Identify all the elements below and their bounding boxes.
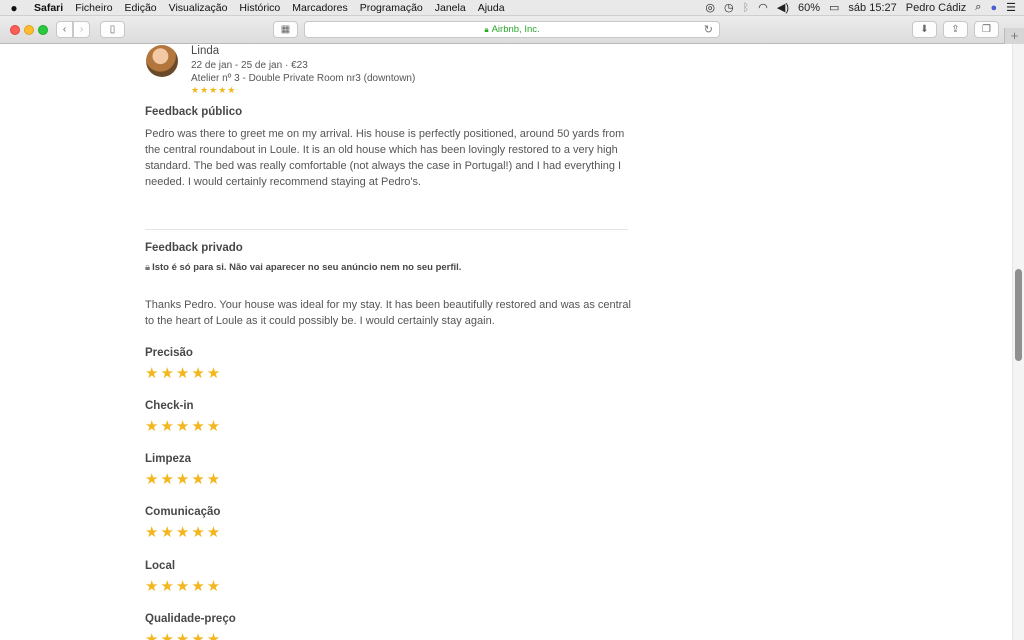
spotlight-icon[interactable]: ⌕ <box>975 1 981 14</box>
reload-icon[interactable]: ↻ <box>704 23 713 36</box>
menu-bar: ● Safari Ficheiro Edição Visualização Hi… <box>0 0 1024 16</box>
divider <box>145 229 628 230</box>
battery-percent[interactable]: 60% <box>798 2 820 14</box>
menu-ficheiro[interactable]: Ficheiro <box>69 2 118 14</box>
avatar[interactable] <box>146 45 178 77</box>
reservation-dates: 22 de jan - 25 de jan · €23 <box>191 60 308 71</box>
rating-label-limpeza: Limpeza <box>145 453 192 465</box>
rating-stars-qualidade-preco: ★★★★★ <box>145 631 223 640</box>
public-feedback-title: Feedback público <box>145 106 243 118</box>
menu-marcadores[interactable]: Marcadores <box>286 2 353 14</box>
back-icon[interactable]: ‹ <box>56 21 73 38</box>
scrollbar-thumb[interactable] <box>1015 269 1022 361</box>
private-feedback-text: Thanks Pedro. Your house was ideal for m… <box>145 299 631 327</box>
apple-icon[interactable]: ● <box>0 1 28 15</box>
lock-icon: 🔒︎ <box>484 24 489 34</box>
rating-stars-precisao: ★★★★★ <box>145 365 223 382</box>
menu-edicao[interactable]: Edição <box>119 2 163 14</box>
private-feedback-title: Feedback privado <box>145 242 243 254</box>
review-header: Linda 22 de jan - 25 de jan · €23 Atelie… <box>146 44 415 96</box>
sidebar-icon[interactable]: ▯ <box>100 21 125 38</box>
top-sites-icon[interactable]: ▦ <box>273 21 298 38</box>
reviewer-name[interactable]: Linda <box>191 45 415 57</box>
page-content: Linda 22 de jan - 25 de jan · €23 Atelie… <box>0 44 1012 640</box>
address-bar[interactable]: 🔒︎ Airbnb, Inc. ↻ <box>304 21 720 38</box>
private-note: 🔒︎ Isto é só para si. Não vai aparecer no… <box>145 262 461 273</box>
downloads-icon[interactable]: ⬇ <box>912 21 937 38</box>
forward-icon[interactable]: › <box>73 21 90 38</box>
volume-icon[interactable]: ◀) <box>777 1 789 14</box>
menu-visualizacao[interactable]: Visualização <box>163 2 234 14</box>
wifi-icon[interactable]: ◠ <box>758 1 768 14</box>
battery-icon[interactable]: ▭ <box>829 1 839 14</box>
padlock-icon: 🔒︎ <box>145 262 151 273</box>
overall-rating-stars: ★★★★★ <box>191 85 237 95</box>
rating-label-comunicacao: Comunicação <box>145 506 221 518</box>
zoom-window-button[interactable] <box>38 25 48 35</box>
clock[interactable]: sáb 15:27 <box>848 2 896 14</box>
rating-label-precisao: Precisão <box>145 347 193 359</box>
rating-stars-comunicacao: ★★★★★ <box>145 524 223 541</box>
close-window-button[interactable] <box>10 25 20 35</box>
rating-stars-checkin: ★★★★★ <box>145 418 223 435</box>
rating-label-checkin: Check-in <box>145 400 194 412</box>
rating-label-qualidade-preco: Qualidade-preço <box>145 613 236 625</box>
vertical-scrollbar[interactable] <box>1012 44 1024 640</box>
menu-programacao[interactable]: Programação <box>354 2 429 14</box>
listing-name: Atelier nº 3 - Double Private Room nr3 (… <box>191 73 416 84</box>
menu-safari[interactable]: Safari <box>28 2 69 14</box>
reviewer-info: Linda 22 de jan - 25 de jan · €23 Atelie… <box>191 44 415 96</box>
tab-overview-icon[interactable]: ❐ <box>974 21 999 38</box>
notification-center-icon[interactable]: ☰ <box>1006 1 1016 14</box>
private-note-text: Isto é só para si. Não vai aparecer no s… <box>152 262 462 273</box>
address-text: Airbnb, Inc. <box>491 24 540 35</box>
status-area: ◎ ◷ ᛒ ◠ ◀) 60% ▭ sáb 15:27 Pedro Cádiz ⌕… <box>705 1 1024 14</box>
new-tab-icon[interactable]: + <box>1004 28 1024 44</box>
minimize-window-button[interactable] <box>24 25 34 35</box>
menu-historico[interactable]: Histórico <box>233 2 286 14</box>
public-feedback-text: Pedro was there to greet me on my arriva… <box>145 128 625 188</box>
rating-label-local: Local <box>145 560 176 572</box>
time-machine-icon[interactable]: ◷ <box>724 1 734 14</box>
siri-icon[interactable]: ● <box>990 2 997 14</box>
creative-cloud-icon[interactable]: ◎ <box>705 1 715 14</box>
browser-toolbar: ‹ › ▯ ▦ 🔒︎ Airbnb, Inc. ↻ ⬇ ⇪ ❐ <box>0 16 1024 44</box>
rating-stars-limpeza: ★★★★★ <box>145 471 223 488</box>
share-icon[interactable]: ⇪ <box>943 21 968 38</box>
bluetooth-icon[interactable]: ᛒ <box>743 2 750 14</box>
rating-stars-local: ★★★★★ <box>145 578 223 595</box>
menu-ajuda[interactable]: Ajuda <box>472 2 511 14</box>
user-name[interactable]: Pedro Cádiz <box>906 2 967 14</box>
menu-janela[interactable]: Janela <box>429 2 472 14</box>
